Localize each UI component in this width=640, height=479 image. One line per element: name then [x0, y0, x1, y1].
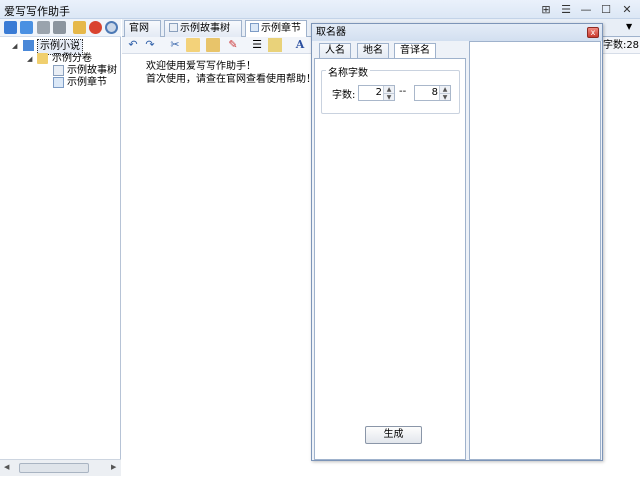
dialog-left-pane: 人名 地名 音译名 名称字数 字数: 2 ▲ ▼ -- 8 ▲ ▼ 生成: [314, 41, 466, 460]
tab-place-name[interactable]: 地名: [357, 43, 389, 59]
tree-doc-icon: [53, 65, 64, 76]
tree-node-chapter[interactable]: 示例章节: [53, 76, 109, 90]
decrement-icon[interactable]: ▼: [439, 93, 450, 101]
name-length-group: 名称字数 字数: 2 ▲ ▼ -- 8 ▲ ▼: [321, 64, 460, 114]
folder-icon: [37, 53, 48, 64]
doc-icon: [53, 77, 64, 88]
word-count: 字数:28: [601, 38, 640, 53]
search-icon[interactable]: [105, 21, 118, 34]
editor-line: 首次使用，请查在官网查看使用帮助！: [146, 74, 316, 85]
cut-icon[interactable]: ✂: [168, 38, 182, 52]
minimize-button[interactable]: —: [578, 2, 594, 17]
maximize-button[interactable]: ☐: [598, 2, 614, 17]
scroll-left-icon[interactable]: ◀: [4, 463, 9, 471]
group-label: 名称字数: [326, 64, 370, 79]
horizontal-scrollbar[interactable]: ◀ ▶: [0, 459, 121, 476]
dialog-title-bar: 取名器: [312, 24, 602, 41]
save-icon[interactable]: [53, 21, 66, 34]
expand-arrow-icon[interactable]: ◢: [27, 52, 32, 66]
project-tree: ◢ 示例小说 ◢ 示例分卷 示例故事树 示例章节: [0, 37, 121, 459]
generate-button[interactable]: 生成: [365, 426, 422, 444]
new-volume-icon[interactable]: [20, 21, 33, 34]
generated-names-list[interactable]: [469, 41, 601, 460]
max-length-stepper[interactable]: 8 ▲ ▼: [414, 85, 451, 101]
max-length-value: 8: [431, 87, 438, 98]
name-generator-dialog: 取名器 x 人名 地名 音译名 名称字数 字数: 2 ▲ ▼ -- 8 ▲ ▼: [311, 23, 603, 461]
close-button[interactable]: ✕: [619, 2, 635, 17]
indent-icon[interactable]: [268, 38, 282, 52]
tab-person-name[interactable]: 人名: [319, 43, 351, 59]
tab-label: 示例故事树: [180, 23, 230, 34]
increment-icon[interactable]: ▲: [439, 86, 450, 93]
dialog-close-button[interactable]: x: [587, 27, 599, 38]
app-title: 爱写写作助手: [4, 5, 70, 18]
undo-icon[interactable]: ↶: [126, 38, 140, 52]
expand-arrow-icon[interactable]: ◢: [12, 39, 17, 53]
scroll-thumb[interactable]: [19, 463, 89, 473]
menu-icon[interactable]: ☰: [558, 2, 574, 17]
tab-label: 官网: [129, 23, 149, 34]
new-novel-icon[interactable]: [4, 21, 17, 34]
import-icon[interactable]: [73, 21, 86, 34]
scroll-right-icon[interactable]: ▶: [111, 463, 116, 471]
tree-node-novel[interactable]: ◢ 示例小说: [12, 39, 83, 55]
paste-icon[interactable]: [206, 38, 220, 52]
increment-icon[interactable]: ▲: [383, 86, 394, 93]
book-icon: [23, 40, 34, 51]
copy-icon[interactable]: [186, 38, 200, 52]
title-bar: 爱写写作助手 ⊞ ☰ — ☐ ✕: [0, 0, 640, 19]
tab-story-tree[interactable]: 示例故事树: [164, 20, 242, 37]
new-chapter-icon[interactable]: [37, 21, 50, 34]
font-icon[interactable]: A: [293, 38, 307, 52]
tab-official-site[interactable]: 官网: [124, 20, 161, 37]
tree-doc-icon: [169, 23, 178, 32]
range-separator: --: [399, 86, 407, 97]
align-icon[interactable]: ☰: [250, 38, 264, 52]
dialog-tab-panel: 名称字数 字数: 2 ▲ ▼ -- 8 ▲ ▼ 生成: [314, 58, 466, 460]
layout-icon[interactable]: ⊞: [538, 2, 554, 17]
tab-label: 示例章节: [261, 23, 301, 34]
dialog-title: 取名器: [316, 27, 346, 38]
min-length-stepper[interactable]: 2 ▲ ▼: [358, 85, 395, 101]
decrement-icon[interactable]: ▼: [383, 93, 394, 101]
tree-node-label: 示例章节: [67, 77, 107, 88]
tab-chapter[interactable]: 示例章节: [245, 20, 307, 38]
tab-dropdown-icon[interactable]: ▼: [626, 22, 632, 31]
delete-icon[interactable]: [89, 21, 102, 34]
doc-icon: [250, 23, 259, 32]
clear-format-icon[interactable]: ✎: [226, 38, 240, 52]
min-length-value: 2: [375, 87, 382, 98]
redo-icon[interactable]: ↷: [143, 38, 157, 52]
length-label: 字数:: [332, 90, 356, 101]
sidebar-toolbar: [0, 19, 121, 37]
